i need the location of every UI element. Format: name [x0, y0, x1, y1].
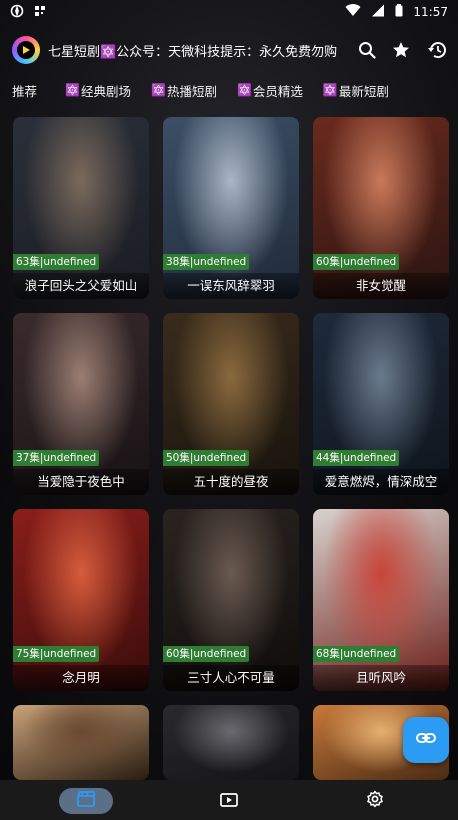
star-of-david-icon: 🔯 — [150, 83, 166, 97]
history-icon[interactable] — [426, 41, 446, 59]
tab-recommend[interactable]: 推荐 — [12, 81, 37, 100]
tab-hot-dramas[interactable]: 🔯 热播短剧 — [151, 81, 217, 100]
battery-icon — [395, 4, 403, 20]
drama-card[interactable] — [163, 705, 299, 780]
poster-image — [13, 313, 149, 495]
star-of-david-icon: 🔯 — [322, 83, 338, 97]
drama-card[interactable] — [13, 705, 149, 780]
grid-notification-icon — [34, 5, 46, 20]
drama-title: 且听风吟 — [313, 665, 449, 691]
category-tabs: 推荐 🔯 经典剧场 🔯 热播短剧 🔯 会员精选 🔯 最新短剧 — [0, 76, 458, 104]
tab-latest-dramas[interactable]: 🔯 最新短剧 — [323, 81, 389, 100]
poster-image — [313, 117, 449, 299]
drama-title: 念月明 — [13, 665, 149, 691]
poster-image — [13, 509, 149, 691]
episode-badge: 50集|undefined — [163, 450, 250, 466]
star-of-david-icon: 🔯 — [236, 83, 252, 97]
drama-card[interactable]: 60集|undefined 非女觉醒 — [313, 117, 449, 299]
status-bar: 11:57 — [0, 0, 458, 24]
episode-badge: 60集|undefined — [313, 254, 400, 270]
drama-card[interactable]: 44集|undefined 爱意燃烬，情深成空 — [313, 313, 449, 495]
favorites-star-icon[interactable] — [392, 41, 410, 59]
drama-title: 一误东风辞翠羽 — [163, 273, 299, 299]
link-icon — [415, 727, 437, 753]
drama-card[interactable]: 38集|undefined 一误东风辞翠羽 — [163, 117, 299, 299]
drama-title: 三寸人心不可量 — [163, 665, 299, 691]
bottom-navigation — [0, 780, 458, 820]
app-header: 七星短剧🔯公众号：天微科技提示：永久免费勿购买 — [0, 32, 458, 68]
clapperboard-icon — [77, 791, 95, 811]
drama-card[interactable]: 68集|undefined 且听风吟 — [313, 509, 449, 691]
episode-badge: 60集|undefined — [163, 646, 250, 662]
nav-settings-tab[interactable] — [348, 788, 402, 814]
drama-title: 非女觉醒 — [313, 273, 449, 299]
announcement-marquee: 七星短剧🔯公众号：天微科技提示：永久免费勿购买 — [48, 44, 338, 60]
poster-image — [13, 117, 149, 299]
episode-badge: 68集|undefined — [313, 646, 400, 662]
episode-badge: 37集|undefined — [13, 450, 100, 466]
app-logo — [12, 36, 40, 64]
link-fab-button[interactable] — [403, 717, 449, 763]
signal-icon — [371, 4, 385, 20]
drama-card[interactable]: 50集|undefined 五十度的昼夜 — [163, 313, 299, 495]
tab-vip-picks[interactable]: 🔯 会员精选 — [237, 81, 303, 100]
wifi-icon — [345, 4, 361, 20]
poster-image — [163, 509, 299, 691]
poster-image — [313, 313, 449, 495]
drama-title: 爱意燃烬，情深成空 — [313, 469, 449, 495]
drama-card[interactable]: 63集|undefined 浪子回头之父爱如山 — [13, 117, 149, 299]
nav-play-tab[interactable] — [202, 788, 256, 814]
star-of-david-icon: 🔯 — [65, 83, 80, 97]
episode-badge: 75集|undefined — [13, 646, 100, 662]
drama-title: 五十度的昼夜 — [163, 469, 299, 495]
episode-badge: 44集|undefined — [313, 450, 400, 466]
clock: 11:57 — [413, 5, 448, 19]
app-notification-icon — [10, 4, 24, 21]
drama-title: 浪子回头之父爱如山 — [13, 273, 149, 299]
gear-icon — [366, 790, 384, 812]
poster-image — [313, 509, 449, 691]
drama-card[interactable]: 75集|undefined 念月明 — [13, 509, 149, 691]
episode-badge: 38集|undefined — [163, 254, 250, 270]
poster-image — [163, 313, 299, 495]
episode-badge: 63集|undefined — [13, 254, 100, 270]
drama-title: 当爱隐于夜色中 — [13, 469, 149, 495]
poster-image — [163, 705, 299, 780]
drama-card[interactable]: 37集|undefined 当爱隐于夜色中 — [13, 313, 149, 495]
poster-image — [163, 117, 299, 299]
play-icon — [220, 792, 238, 811]
search-icon[interactable] — [358, 41, 376, 59]
nav-drama-tab[interactable] — [59, 788, 113, 814]
poster-image — [13, 705, 149, 780]
drama-card[interactable]: 60集|undefined 三寸人心不可量 — [163, 509, 299, 691]
tab-classic-theater[interactable]: 🔯 经典剧场 — [65, 81, 131, 100]
